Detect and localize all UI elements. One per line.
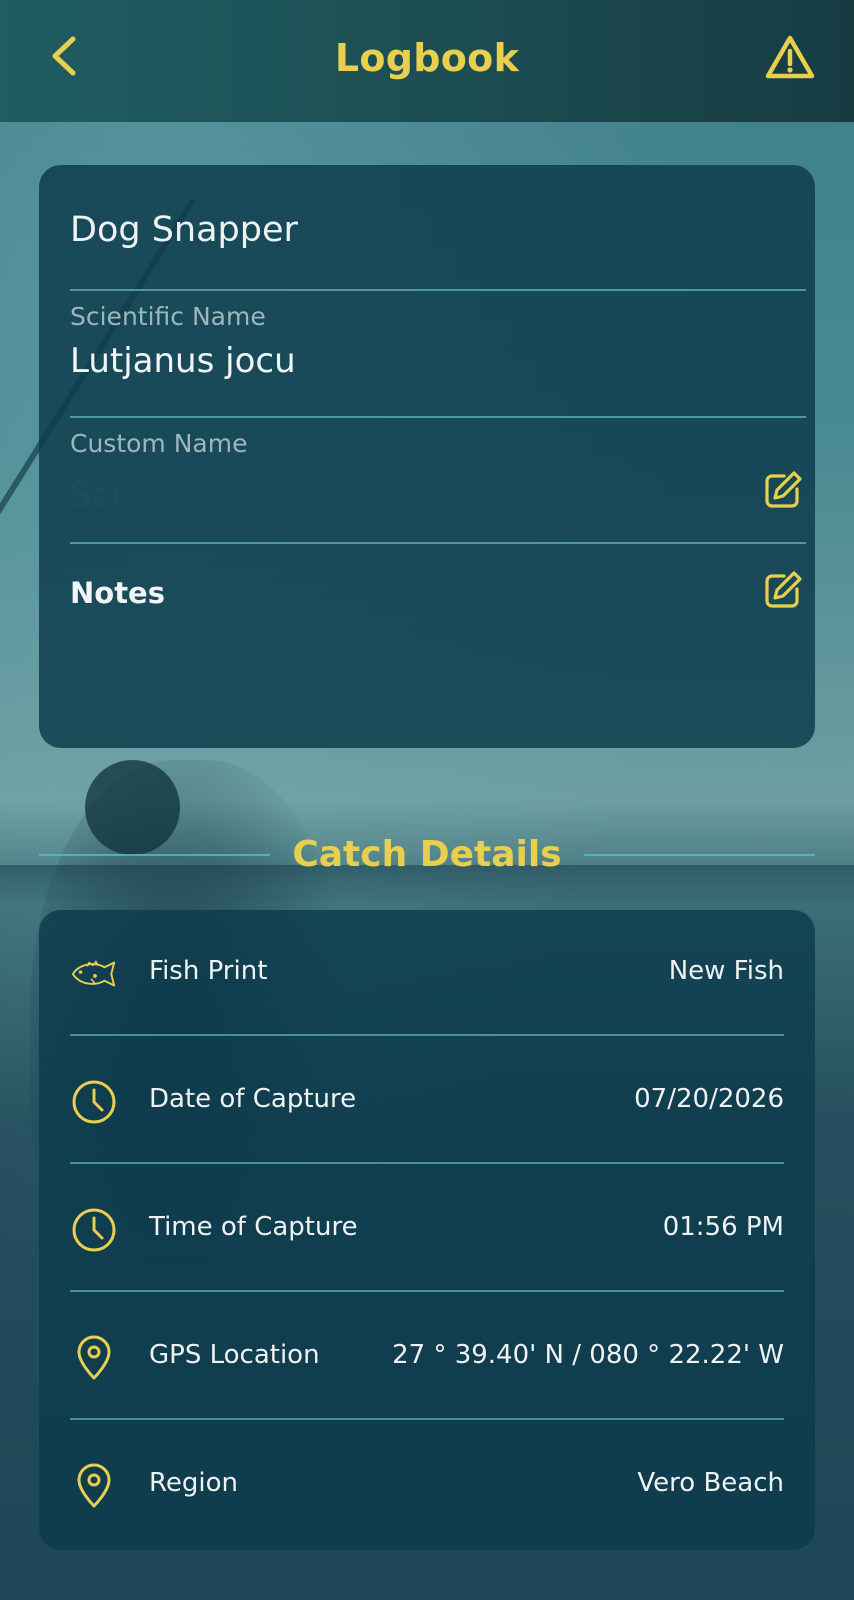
notes-label: Notes: [70, 576, 165, 610]
scientific-name-label: Scientific Name: [70, 302, 266, 331]
divider: [70, 289, 806, 291]
detail-row-time-of-capture[interactable]: Time of Capture 01:56 PM: [70, 1166, 784, 1292]
catch-details-heading: Catch Details: [292, 834, 562, 875]
map-pin-icon: [70, 1462, 118, 1510]
detail-row-gps-location[interactable]: GPS Location 27 ° 39.40' N / 080 ° 22.22…: [70, 1294, 784, 1420]
detail-label: Time of Capture: [149, 1212, 358, 1242]
edit-notes-button[interactable]: [760, 569, 806, 615]
warning-triangle-icon: [764, 34, 816, 85]
catch-details-card: Fish Print New Fish Date of Capture 07/2…: [39, 910, 815, 1550]
detail-label: Region: [149, 1468, 239, 1498]
clock-icon: [70, 1206, 118, 1254]
pencil-square-icon: [762, 569, 804, 616]
detail-value: 27 ° 39.40' N / 080 ° 22.22' W: [392, 1340, 784, 1370]
top-app-bar: Logbook: [0, 0, 854, 122]
detail-value: Vero Beach: [637, 1468, 784, 1498]
divider: [70, 416, 806, 418]
detail-value: 01:56 PM: [662, 1212, 784, 1242]
detail-row-date-of-capture[interactable]: Date of Capture 07/20/2026: [70, 1038, 784, 1164]
divider: [70, 1162, 784, 1164]
species-card: Dog Snapper Scientific Name Lutjanus joc…: [39, 165, 815, 748]
scientific-name-value: Lutjanus jocu: [70, 341, 296, 381]
custom-name-input[interactable]: [70, 470, 690, 520]
detail-row-region[interactable]: Region Vero Beach: [70, 1422, 784, 1548]
detail-label: Date of Capture: [149, 1084, 357, 1114]
page-title: Logbook: [334, 36, 520, 80]
detail-value: 07/20/2026: [634, 1084, 784, 1114]
custom-name-label: Custom Name: [70, 429, 248, 458]
fish-icon: [70, 950, 118, 998]
edit-custom-name-button[interactable]: [760, 469, 806, 515]
detail-value: New Fish: [668, 956, 784, 986]
report-warning-button[interactable]: [762, 34, 818, 84]
clock-icon: [70, 1078, 118, 1126]
map-pin-icon: [70, 1334, 118, 1382]
divider: [70, 1034, 784, 1036]
detail-label: Fish Print: [149, 956, 268, 986]
divider: [70, 1290, 784, 1292]
detail-label: GPS Location: [149, 1340, 320, 1370]
detail-row-fish-print[interactable]: Fish Print New Fish: [70, 910, 784, 1036]
pencil-square-icon: [762, 469, 804, 516]
divider: [70, 1418, 784, 1420]
species-common-name: Dog Snapper: [70, 210, 298, 250]
divider: [70, 542, 806, 544]
